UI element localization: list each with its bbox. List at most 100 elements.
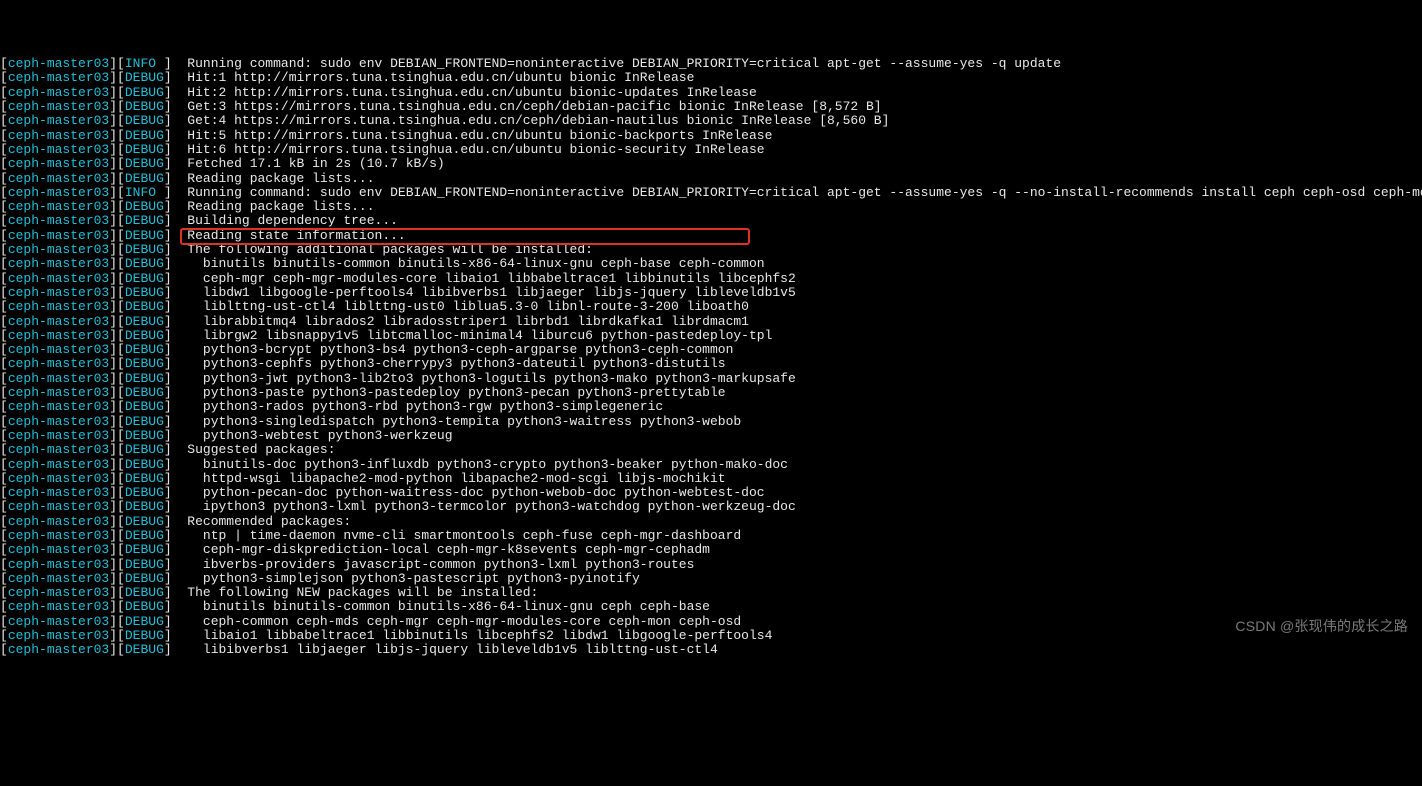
log-message: ibverbs-providers javascript-common pyth… [172,557,695,572]
log-host: ceph-master03 [8,213,109,228]
log-level: DEBUG [125,571,164,586]
log-message: binutils-doc python3-influxdb python3-cr… [172,457,788,472]
log-line: [ceph-master03][DEBUG] python3-webtest p… [0,429,1422,443]
log-line: [ceph-master03][DEBUG] Reading state inf… [0,229,1422,243]
log-level: DEBUG [125,128,164,143]
log-level: DEBUG [125,385,164,400]
log-line: [ceph-master03][DEBUG] libaio1 libbabelt… [0,629,1422,643]
log-message: python3-bcrypt python3-bs4 python3-ceph-… [172,342,734,357]
log-host: ceph-master03 [8,542,109,557]
log-line: [ceph-master03][DEBUG] librabbitmq4 libr… [0,315,1422,329]
log-level: DEBUG [125,256,164,271]
log-line: [ceph-master03][DEBUG] ceph-mgr-diskpred… [0,543,1422,557]
log-host: ceph-master03 [8,256,109,271]
log-message: python3-webtest python3-werkzeug [172,428,453,443]
log-line: [ceph-master03][DEBUG] ipython3 python3-… [0,500,1422,514]
log-line: [ceph-master03][DEBUG] ceph-mgr ceph-mgr… [0,272,1422,286]
log-message: Hit:6 http://mirrors.tuna.tsinghua.edu.c… [172,142,765,157]
log-message: Fetched 17.1 kB in 2s (10.7 kB/s) [172,156,445,171]
log-host: ceph-master03 [8,385,109,400]
log-level: DEBUG [125,428,164,443]
log-level: INFO [125,56,164,71]
log-line: [ceph-master03][DEBUG] ibverbs-providers… [0,558,1422,572]
log-host: ceph-master03 [8,485,109,500]
log-level: DEBUG [125,271,164,286]
terminal-output[interactable]: [ceph-master03][INFO ] Running command: … [0,57,1422,657]
log-line: [ceph-master03][DEBUG] ceph-common ceph-… [0,615,1422,629]
log-line: [ceph-master03][DEBUG] libdw1 libgoogle-… [0,286,1422,300]
log-message: python3-cephfs python3-cherrypy3 python3… [172,356,726,371]
log-message: Building dependency tree... [172,213,398,228]
log-message: ipython3 python3-lxml python3-termcolor … [172,499,796,514]
log-message: Hit:2 http://mirrors.tuna.tsinghua.edu.c… [172,85,757,100]
log-level: DEBUG [125,285,164,300]
log-line: [ceph-master03][DEBUG] Building dependen… [0,214,1422,228]
log-level: DEBUG [125,414,164,429]
log-message: ceph-mgr ceph-mgr-modules-core libaio1 l… [172,271,796,286]
log-host: ceph-master03 [8,285,109,300]
log-level: DEBUG [125,113,164,128]
log-line: [ceph-master03][DEBUG] python3-bcrypt py… [0,343,1422,357]
log-message: librgw2 libsnappy1v5 libtcmalloc-minimal… [172,328,773,343]
log-message: python3-jwt python3-lib2to3 python3-logu… [172,371,796,386]
log-host: ceph-master03 [8,185,109,200]
log-level: DEBUG [125,85,164,100]
log-level: DEBUG [125,557,164,572]
log-level: DEBUG [125,156,164,171]
log-line: [ceph-master03][DEBUG] python3-simplejso… [0,572,1422,586]
log-message: Reading package lists... [172,199,375,214]
log-line: [ceph-master03][DEBUG] Get:3 https://mir… [0,100,1422,114]
log-message: libdw1 libgoogle-perftools4 libibverbs1 … [172,285,796,300]
log-message: Hit:5 http://mirrors.tuna.tsinghua.edu.c… [172,128,773,143]
log-line: [ceph-master03][INFO ] Running command: … [0,186,1422,200]
log-host: ceph-master03 [8,414,109,429]
log-host: ceph-master03 [8,156,109,171]
log-message: Reading state information... [172,228,406,243]
log-level: DEBUG [125,399,164,414]
log-host: ceph-master03 [8,642,109,657]
log-host: ceph-master03 [8,471,109,486]
log-host: ceph-master03 [8,56,109,71]
log-line: [ceph-master03][DEBUG] Hit:1 http://mirr… [0,71,1422,85]
log-host: ceph-master03 [8,514,109,529]
log-message: ceph-mgr-diskprediction-local ceph-mgr-k… [172,542,710,557]
log-host: ceph-master03 [8,299,109,314]
log-level: DEBUG [125,614,164,629]
log-message: Hit:1 http://mirrors.tuna.tsinghua.edu.c… [172,70,695,85]
log-message: libaio1 libbabeltrace1 libbinutils libce… [172,628,773,643]
log-line: [ceph-master03][DEBUG] python3-paste pyt… [0,386,1422,400]
log-host: ceph-master03 [8,314,109,329]
log-level: DEBUG [125,628,164,643]
log-host: ceph-master03 [8,356,109,371]
log-host: ceph-master03 [8,528,109,543]
log-level: DEBUG [125,499,164,514]
log-host: ceph-master03 [8,585,109,600]
log-host: ceph-master03 [8,128,109,143]
log-line: [ceph-master03][DEBUG] The following NEW… [0,586,1422,600]
log-level: DEBUG [125,471,164,486]
log-level: DEBUG [125,213,164,228]
log-message: librabbitmq4 librados2 libradosstriper1 … [172,314,749,329]
log-line: [ceph-master03][DEBUG] python-pecan-doc … [0,486,1422,500]
log-message: python3-paste python3-pastedeploy python… [172,385,726,400]
log-line: [ceph-master03][DEBUG] binutils binutils… [0,600,1422,614]
log-line: [ceph-master03][DEBUG] liblttng-ust-ctl4… [0,300,1422,314]
log-line: [ceph-master03][DEBUG] Hit:6 http://mirr… [0,143,1422,157]
log-host: ceph-master03 [8,328,109,343]
log-host: ceph-master03 [8,614,109,629]
log-host: ceph-master03 [8,271,109,286]
log-level: DEBUG [125,199,164,214]
log-level: DEBUG [125,242,164,257]
log-level: DEBUG [125,642,164,657]
log-level: DEBUG [125,228,164,243]
log-message: The following NEW packages will be insta… [172,585,539,600]
log-level: DEBUG [125,314,164,329]
log-line: [ceph-master03][DEBUG] librgw2 libsnappy… [0,329,1422,343]
log-line: [ceph-master03][DEBUG] binutils binutils… [0,257,1422,271]
log-host: ceph-master03 [8,428,109,443]
log-level: DEBUG [125,70,164,85]
log-level: DEBUG [125,485,164,500]
log-host: ceph-master03 [8,342,109,357]
log-message: liblttng-ust-ctl4 liblttng-ust0 liblua5.… [172,299,749,314]
log-line: [ceph-master03][DEBUG] ntp | time-daemon… [0,529,1422,543]
